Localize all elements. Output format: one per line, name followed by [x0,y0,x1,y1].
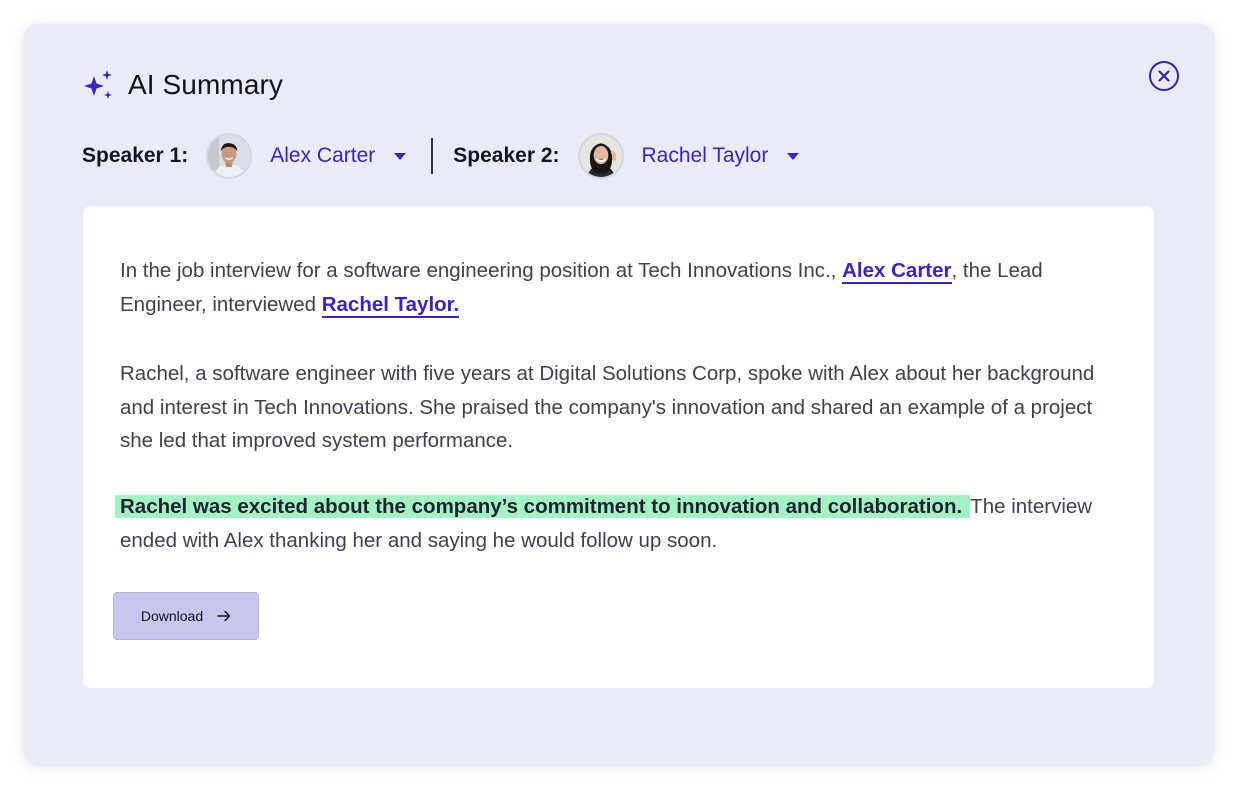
sparkle-icon [84,70,112,99]
speaker-divider [431,138,434,174]
close-button[interactable] [1149,61,1179,91]
chevron-down-icon[interactable] [786,152,800,161]
close-icon [1158,70,1170,82]
summary-text: In the job interview for a software engi… [120,259,843,282]
panel-header: AI Summary [82,68,283,102]
ai-summary-panel: AI Summary Speaker 1: Alex Carter Speake… [24,24,1214,765]
speaker-1-label: Speaker 1: [82,144,189,167]
download-label: Download [140,608,204,624]
speaker-2-avatar [577,133,624,179]
summary-card: In the job interview for a software engi… [83,206,1154,688]
highlighted-sentence: Rachel was excited about the company’s c… [115,495,971,518]
speaker-link-alex[interactable]: Alex Carter [842,259,952,284]
page-title: AI Summary [128,69,284,100]
speaker-link-rachel[interactable]: Rachel Taylor. [321,292,460,318]
arrow-right-icon [217,610,231,622]
summary-paragraph-1: In the job interview for a software engi… [120,254,1120,321]
chevron-down-icon[interactable] [393,152,407,161]
speakers-bar: Speaker 1: Alex Carter Speaker 2: Rachel… [82,130,800,182]
speaker-1-avatar [206,133,253,179]
speaker-1-name[interactable]: Alex Carter [270,144,375,168]
download-button[interactable]: Download [113,592,259,640]
speaker-2-name[interactable]: Rachel Taylor [642,144,769,168]
speaker-2-label: Speaker 2: [453,144,560,167]
summary-paragraph-2: Rachel, a software engineer with five ye… [120,362,1095,452]
summary-paragraph-3: Rachel was excited about the company’s c… [115,490,1120,557]
